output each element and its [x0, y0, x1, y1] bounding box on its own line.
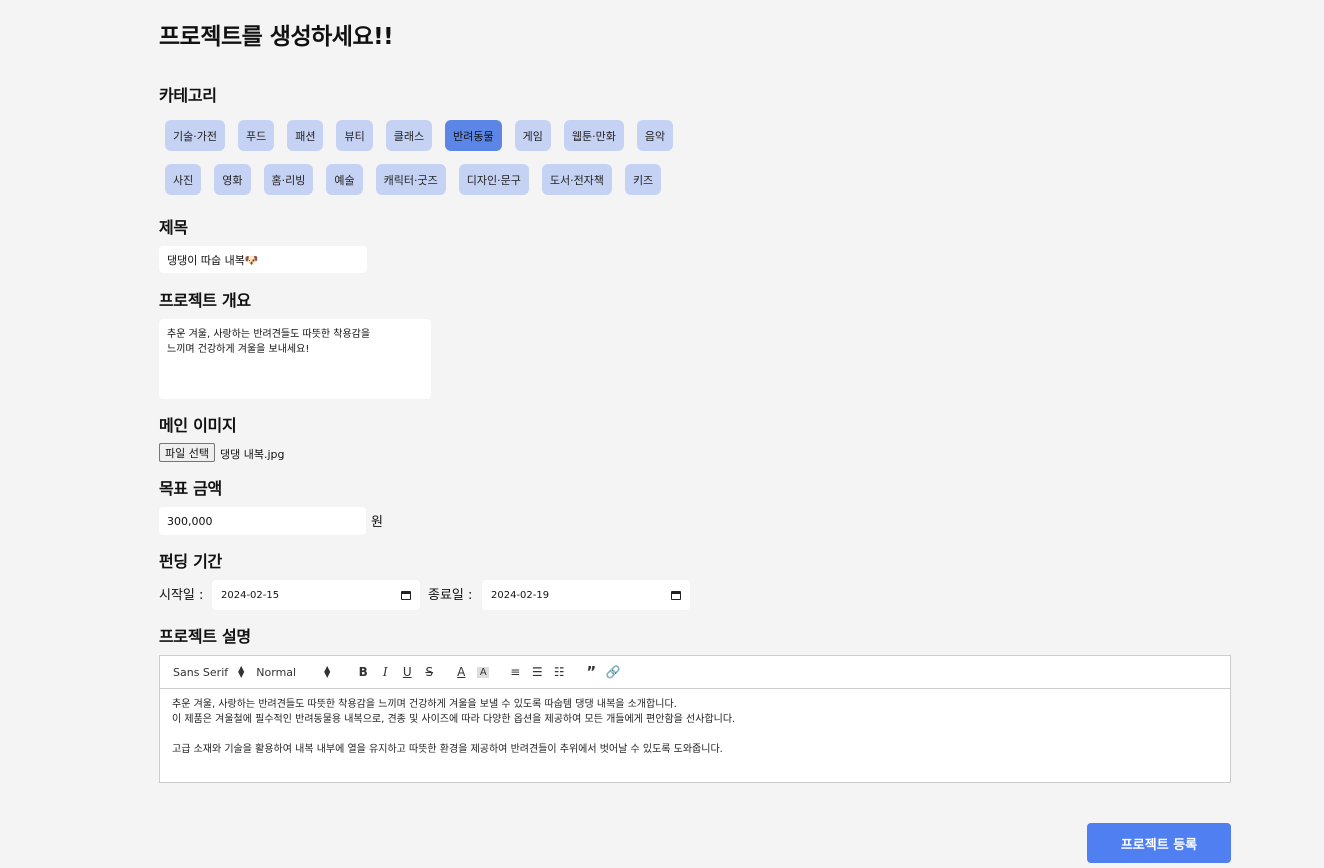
bullet-list-icon[interactable]: ☷	[548, 665, 570, 679]
select-arrows-icon: ▲ ▼	[238, 664, 245, 679]
font-select[interactable]: Sans Serif ▲ ▼	[173, 664, 245, 679]
link-icon[interactable]: 🔗	[602, 665, 624, 679]
description-line-1: 추운 겨울, 사랑하는 반려견들도 따뜻한 착용감을 느끼며 건강하게 겨울을 …	[172, 699, 677, 710]
editor-content[interactable]: 추운 겨울, 사랑하는 반려견들도 따뜻한 착용감을 느끼며 건강하게 겨울을 …	[160, 689, 1230, 765]
summary-textarea[interactable]: 추운 겨울, 사랑하는 반려견들도 따뜻한 착용감을 느끼며 건강하게 겨울을 …	[159, 319, 431, 399]
editor-toolbar: Sans Serif ▲ ▼ Normal ▲ ▼ B I U S A A ≡ ☰ …	[160, 656, 1230, 689]
goal-input[interactable]: 300,000	[159, 507, 366, 535]
category-chip[interactable]: 게임	[514, 120, 551, 151]
italic-icon[interactable]: I	[374, 665, 396, 679]
category-chip[interactable]: 반려동물	[445, 120, 502, 151]
category-chip[interactable]: 디자인·문구	[458, 164, 529, 195]
strike-icon[interactable]: S	[418, 665, 440, 679]
main-image-label: 메인 이미지	[159, 416, 237, 435]
title-label: 제목	[159, 218, 188, 237]
category-chip[interactable]: 예술	[326, 164, 363, 195]
period-label: 펀딩 기간	[159, 552, 222, 571]
rich-text-editor: Sans Serif ▲ ▼ Normal ▲ ▼ B I U S A A ≡ ☰ …	[159, 655, 1231, 783]
category-chip[interactable]: 캐릭터·굿즈	[375, 164, 446, 195]
end-date-input[interactable]: 2024-02-19	[482, 580, 690, 610]
category-label: 카테고리	[159, 86, 217, 105]
category-row-1: 기술·가전 푸드 패션 뷰티 클래스 반려동물 게임 웹툰·만화 음악	[165, 120, 686, 151]
page-title: 프로젝트를 생성하세요!!	[159, 24, 394, 50]
category-chip[interactable]: 패션	[287, 120, 324, 151]
start-date-value: 2024-02-15	[221, 589, 280, 601]
file-select-button[interactable]: 파일 선택	[159, 443, 215, 462]
summary-line-2: 느끼며 건강하게 겨울을 보내세요!	[167, 344, 310, 355]
blockquote-icon[interactable]: ”	[580, 663, 602, 681]
background-color-icon[interactable]: A	[477, 666, 490, 678]
description-line-3: 고급 소재와 기술을 활용하여 내복 내부에 열을 유지하고 따뜻한 환경을 제…	[172, 744, 723, 755]
category-chip[interactable]: 기술·가전	[165, 120, 225, 151]
description-label: 프로젝트 설명	[159, 627, 251, 646]
end-date-value: 2024-02-19	[491, 589, 550, 601]
ordered-list-icon[interactable]: ☰	[526, 665, 548, 679]
description-line-2: 이 제품은 겨울철에 필수적인 반려동물용 내복으로, 견종 및 사이즈에 따라…	[172, 714, 736, 725]
start-date-input[interactable]: 2024-02-15	[212, 580, 420, 610]
calendar-icon[interactable]	[401, 590, 411, 600]
file-name: 댕댕 내복.jpg	[220, 448, 285, 461]
calendar-icon[interactable]	[671, 590, 681, 600]
category-chip[interactable]: 푸드	[237, 120, 275, 151]
submit-project-button[interactable]: 프로젝트 등록	[1087, 823, 1231, 863]
align-icon[interactable]: ≡	[504, 665, 526, 679]
category-chip[interactable]: 도서·전자책	[541, 164, 612, 195]
text-color-icon[interactable]: A	[450, 665, 472, 679]
category-chip[interactable]: 웹툰·만화	[563, 120, 624, 151]
category-chip[interactable]: 키즈	[624, 164, 662, 195]
category-chip[interactable]: 홈·리빙	[263, 164, 314, 195]
title-input-value: 댕댕이 따숩 내복🐶	[167, 253, 259, 267]
category-chip[interactable]: 영화	[214, 164, 251, 195]
font-select-value: Sans Serif	[173, 665, 229, 679]
category-chip[interactable]: 클래스	[385, 120, 433, 151]
category-chip[interactable]: 음악	[636, 120, 674, 151]
goal-input-value: 300,000	[167, 514, 213, 528]
start-date-label: 시작일 :	[159, 588, 204, 603]
select-arrows-icon: ▲ ▼	[324, 664, 331, 679]
summary-label: 프로젝트 개요	[159, 291, 251, 310]
category-chip[interactable]: 뷰티	[336, 120, 373, 151]
category-chip[interactable]: 사진	[165, 164, 202, 195]
bold-icon[interactable]: B	[352, 665, 374, 679]
goal-label: 목표 금액	[159, 479, 222, 498]
summary-line-1: 추운 겨울, 사랑하는 반려견들도 따뜻한 착용감을	[167, 329, 371, 340]
underline-icon[interactable]: U	[396, 665, 418, 679]
category-row-2: 사진 영화 홈·리빙 예술 캐릭터·굿즈 디자인·문구 도서·전자책 키즈	[165, 164, 674, 195]
end-date-label: 종료일 :	[428, 588, 473, 603]
size-select-value: Normal	[256, 665, 297, 679]
won-unit: 원	[371, 515, 383, 530]
title-input[interactable]: 댕댕이 따숩 내복🐶	[159, 246, 367, 273]
size-select[interactable]: Normal ▲ ▼	[256, 664, 331, 679]
